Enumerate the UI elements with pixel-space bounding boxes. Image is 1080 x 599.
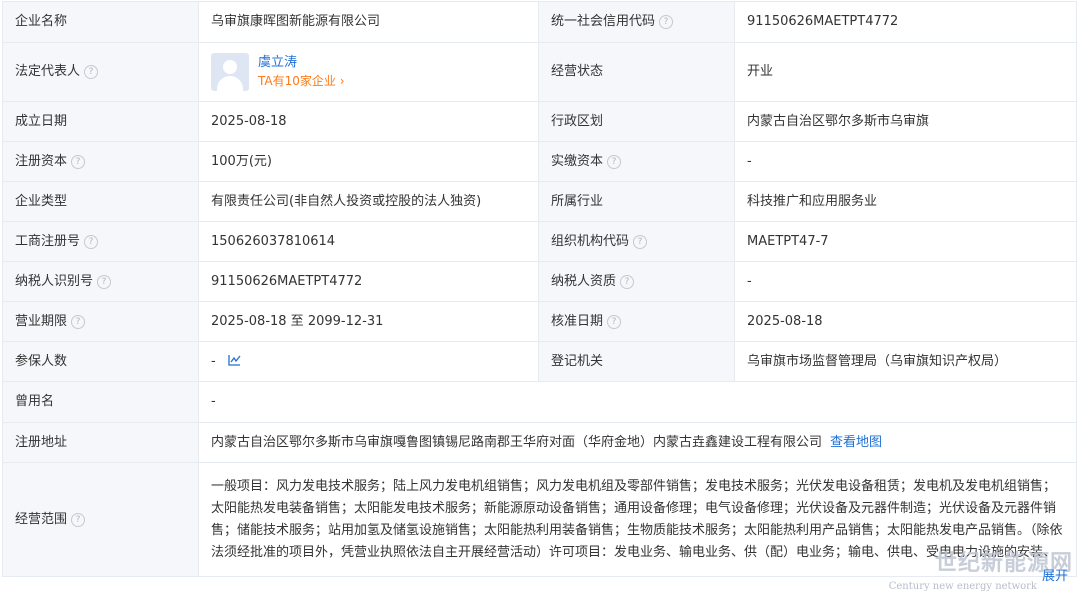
reg-address-value: 内蒙古自治区鄂尔多斯市乌审旗嘎鲁图镇锡尼路南郡王华府对面（华府金地）内蒙古垚鑫建… bbox=[198, 422, 1077, 463]
district-label: 行政区划 bbox=[538, 101, 735, 142]
taxpayer-qual-label: 纳税人资质? bbox=[538, 261, 735, 302]
table-row: 企业类型 有限责任公司(非自然人投资或控股的法人独资) 所属行业 科技推广和应用… bbox=[2, 181, 1077, 222]
reg-number-value: 150626037810614 bbox=[198, 221, 539, 262]
table-row: 营业期限? 2025-08-18 至 2099-12-31 核准日期? 2025… bbox=[2, 301, 1077, 342]
table-row: 纳税人识别号? 91150626MAETPT4772 纳税人资质? - bbox=[2, 261, 1077, 302]
view-map-link[interactable]: 查看地图 bbox=[830, 435, 882, 450]
help-icon[interactable]: ? bbox=[97, 274, 112, 289]
biz-scope-label: 经营范围? bbox=[2, 462, 199, 577]
watermark-en-text: Century new energy network bbox=[888, 581, 1037, 592]
legal-rep-name-link[interactable]: 虞立涛 bbox=[258, 54, 345, 72]
biz-status-value: 开业 bbox=[734, 42, 1077, 102]
approval-date-value: 2025-08-18 bbox=[734, 301, 1077, 342]
company-name-label: 企业名称 bbox=[2, 1, 199, 43]
former-name-label: 曾用名 bbox=[2, 381, 199, 423]
table-row: 工商注册号? 150626037810614 组织机构代码? MAETPT47-… bbox=[2, 221, 1077, 262]
table-row: 注册资本? 100万(元) 实缴资本? - bbox=[2, 141, 1077, 182]
insured-label: 参保人数 bbox=[2, 341, 199, 382]
est-date-value: 2025-08-18 bbox=[198, 101, 539, 142]
industry-label: 所属行业 bbox=[538, 181, 735, 222]
paid-capital-label: 实缴资本? bbox=[538, 141, 735, 182]
table-row: 成立日期 2025-08-18 行政区划 内蒙古自治区鄂尔多斯市乌审旗 bbox=[2, 101, 1077, 142]
table-row: 曾用名 - bbox=[2, 381, 1077, 423]
district-value: 内蒙古自治区鄂尔多斯市乌审旗 bbox=[734, 101, 1077, 142]
help-icon[interactable]: ? bbox=[607, 314, 622, 329]
approval-date-label: 核准日期? bbox=[538, 301, 735, 342]
reg-authority-value: 乌审旗市场监督管理局（乌审旗知识产权局） bbox=[734, 341, 1077, 382]
trend-chart-icon[interactable] bbox=[228, 354, 241, 366]
taxpayer-id-value: 91150626MAETPT4772 bbox=[198, 261, 539, 302]
expand-link[interactable]: 展开 bbox=[1042, 565, 1068, 584]
help-icon[interactable]: ? bbox=[84, 234, 99, 249]
company-name-value: 乌审旗康晖图新能源有限公司 bbox=[198, 1, 539, 43]
taxpayer-id-label: 纳税人识别号? bbox=[2, 261, 199, 302]
biz-status-label: 经营状态 bbox=[538, 42, 735, 102]
table-row: 法定代表人? 虞立涛 TA有10家企业 › 经营状态 开业 bbox=[2, 42, 1077, 102]
help-icon[interactable]: ? bbox=[633, 234, 648, 249]
help-icon[interactable]: ? bbox=[607, 154, 622, 169]
insured-value: - bbox=[198, 341, 539, 382]
help-icon[interactable]: ? bbox=[659, 15, 674, 29]
reg-authority-label: 登记机关 bbox=[538, 341, 735, 382]
reg-number-label: 工商注册号? bbox=[2, 221, 199, 262]
help-icon[interactable]: ? bbox=[71, 314, 86, 329]
credit-code-value: 91150626MAETPT4772 bbox=[734, 1, 1077, 43]
help-icon[interactable]: ? bbox=[71, 154, 86, 169]
avatar[interactable] bbox=[211, 53, 249, 91]
help-icon[interactable]: ? bbox=[84, 65, 99, 79]
legal-rep-label: 法定代表人? bbox=[2, 42, 199, 102]
org-code-label: 组织机构代码? bbox=[538, 221, 735, 262]
former-name-value: - bbox=[198, 381, 1077, 423]
industry-value: 科技推广和应用服务业 bbox=[734, 181, 1077, 222]
company-type-value: 有限责任公司(非自然人投资或控股的法人独资) bbox=[198, 181, 539, 222]
table-row: 经营范围? 一般项目：风力发电技术服务；陆上风力发电机组销售；风力发电机组及零部… bbox=[2, 462, 1077, 577]
org-code-value: MAETPT47-7 bbox=[734, 221, 1077, 262]
table-row: 注册地址 内蒙古自治区鄂尔多斯市乌审旗嘎鲁图镇锡尼路南郡王华府对面（华府金地）内… bbox=[2, 422, 1077, 463]
legal-rep-person: 虞立涛 TA有10家企业 › bbox=[211, 53, 538, 91]
reg-capital-label: 注册资本? bbox=[2, 141, 199, 182]
company-type-label: 企业类型 bbox=[2, 181, 199, 222]
credit-code-label: 统一社会信用代码? bbox=[538, 1, 735, 43]
help-icon[interactable]: ? bbox=[620, 274, 635, 289]
reg-capital-value: 100万(元) bbox=[198, 141, 539, 182]
biz-scope-value: 一般项目：风力发电技术服务；陆上风力发电机组销售；风力发电机组及零部件销售；发电… bbox=[198, 462, 1077, 577]
reg-address-label: 注册地址 bbox=[2, 422, 199, 463]
table-row: 企业名称 乌审旗康晖图新能源有限公司 统一社会信用代码? 91150626MAE… bbox=[2, 1, 1077, 43]
table-row: 参保人数 - 登记机关 乌审旗市场监督管理局（乌审旗知识产权局） bbox=[2, 341, 1077, 382]
biz-term-label: 营业期限? bbox=[2, 301, 199, 342]
help-icon[interactable]: ? bbox=[71, 512, 86, 527]
legal-rep-value: 虞立涛 TA有10家企业 › bbox=[198, 42, 539, 102]
biz-term-value: 2025-08-18 至 2099-12-31 bbox=[198, 301, 539, 342]
legal-rep-companies-link[interactable]: TA有10家企业 › bbox=[258, 72, 345, 90]
taxpayer-qual-value: - bbox=[734, 261, 1077, 302]
company-info-table: 企业名称 乌审旗康晖图新能源有限公司 统一社会信用代码? 91150626MAE… bbox=[2, 1, 1077, 577]
paid-capital-value: - bbox=[734, 141, 1077, 182]
est-date-label: 成立日期 bbox=[2, 101, 199, 142]
